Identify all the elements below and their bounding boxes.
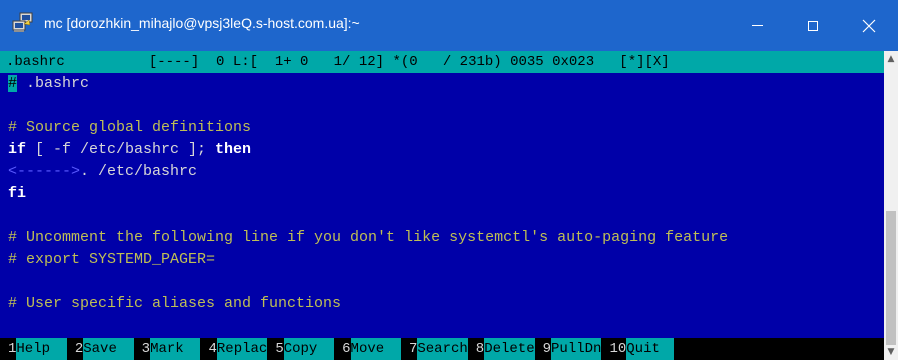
vertical-scrollbar[interactable]: ▲ ▼: [884, 51, 898, 360]
keyword: if: [8, 141, 27, 158]
fkey-number: 7: [400, 338, 418, 360]
fkey-number: 3: [133, 338, 151, 360]
fkey-label: PullDn: [551, 338, 602, 360]
fkey-number: 4: [200, 338, 217, 360]
minimize-icon: [751, 25, 763, 26]
fkey-label: Delete: [484, 338, 535, 360]
editor-line[interactable]: <------>. /etc/bashrc: [8, 161, 197, 183]
scroll-thumb[interactable]: [886, 211, 896, 345]
tab-marker: <------>: [8, 163, 81, 180]
text-cursor: #: [8, 75, 18, 92]
scroll-down-arrow-icon[interactable]: ▼: [884, 344, 898, 360]
editor-line[interactable]: fi: [8, 183, 26, 205]
close-button[interactable]: [846, 0, 892, 51]
fkey-help[interactable]: 1 Help: [0, 338, 67, 360]
line-text: # Source global definitions: [8, 119, 252, 136]
fkey-pulldown[interactable]: 9 PullDn: [534, 338, 602, 360]
line-text: # User specific aliases and functions: [8, 295, 342, 312]
terminal-window[interactable]: .bashrc [----] 0 L:[ 1+ 0 1/ 12] *(0 / 2…: [0, 51, 884, 360]
fkey-number: 10: [601, 338, 627, 360]
line-text: # export SYSTEMD_PAGER=: [8, 251, 216, 268]
fkey-number: 6: [334, 338, 351, 360]
window-titlebar: mc [dorozhkin_mihajlo@vpsj3leQ.s-host.co…: [0, 0, 898, 51]
fkey-label: Move: [350, 338, 401, 360]
line-text: [ -f /etc/bashrc ];: [26, 141, 216, 158]
line-text: # Uncomment the following line if you do…: [8, 229, 729, 246]
fkey-label: Replac: [216, 338, 268, 360]
status-line: .bashrc [----] 0 L:[ 1+ 0 1/ 12] *(0 / 2…: [6, 54, 670, 70]
function-key-bar: 1 Help 2 Save 3 Mark 4 Replac 5 Copy 6 Move 7S…: [0, 338, 884, 360]
editor-line[interactable]: # .bashrc: [8, 73, 89, 95]
close-icon: [862, 19, 876, 32]
maximize-icon: [808, 20, 818, 31]
editor-line[interactable]: if [ -f /etc/bashrc ]; then: [8, 139, 251, 161]
editor-line[interactable]: # Uncomment the following line if you do…: [8, 227, 728, 249]
fkey-search[interactable]: 7 Search: [400, 338, 468, 360]
fkey-number: 8: [467, 338, 485, 360]
fkey-label: Copy: [283, 338, 335, 360]
fkey-label: Save: [83, 338, 134, 360]
line-text: .bashrc: [17, 75, 90, 92]
fkey-replace[interactable]: 4 Replac: [200, 338, 268, 360]
keyword: fi: [8, 185, 27, 202]
fkey-label: Search: [417, 338, 468, 360]
fkey-number: 1: [0, 338, 17, 360]
maximize-button[interactable]: [790, 0, 836, 51]
putty-icon[interactable]: [12, 12, 34, 34]
fkey-number: 5: [267, 338, 284, 360]
fkey-number: 2: [66, 338, 84, 360]
fkey-number: 9: [534, 338, 552, 360]
fkey-mark[interactable]: 3 Mark: [133, 338, 201, 360]
editor-line[interactable]: # Source global definitions: [8, 117, 251, 139]
fkey-label: Quit: [626, 338, 674, 360]
window-title: mc [dorozhkin_mihajlo@vpsj3leQ.s-host.co…: [44, 15, 360, 31]
editor-line[interactable]: # export SYSTEMD_PAGER=: [8, 249, 215, 271]
fkey-save[interactable]: 2 Save: [66, 338, 134, 360]
fkey-move[interactable]: 6 Move: [334, 338, 401, 360]
scroll-up-arrow-icon[interactable]: ▲: [884, 51, 898, 67]
fkey-label: Mark: [150, 338, 201, 360]
keyword: then: [215, 141, 252, 158]
fkey-delete[interactable]: 8 Delete: [467, 338, 535, 360]
fkey-quit[interactable]: 10 Quit: [601, 338, 674, 360]
line-text: . /etc/bashrc: [80, 163, 198, 180]
fkey-copy[interactable]: 5 Copy: [267, 338, 335, 360]
minimize-button[interactable]: [734, 0, 780, 51]
fkey-label: Help: [16, 338, 67, 360]
editor-status-bar: .bashrc [----] 0 L:[ 1+ 0 1/ 12] *(0 / 2…: [0, 51, 884, 73]
editor-line[interactable]: # User specific aliases and functions: [8, 293, 341, 315]
